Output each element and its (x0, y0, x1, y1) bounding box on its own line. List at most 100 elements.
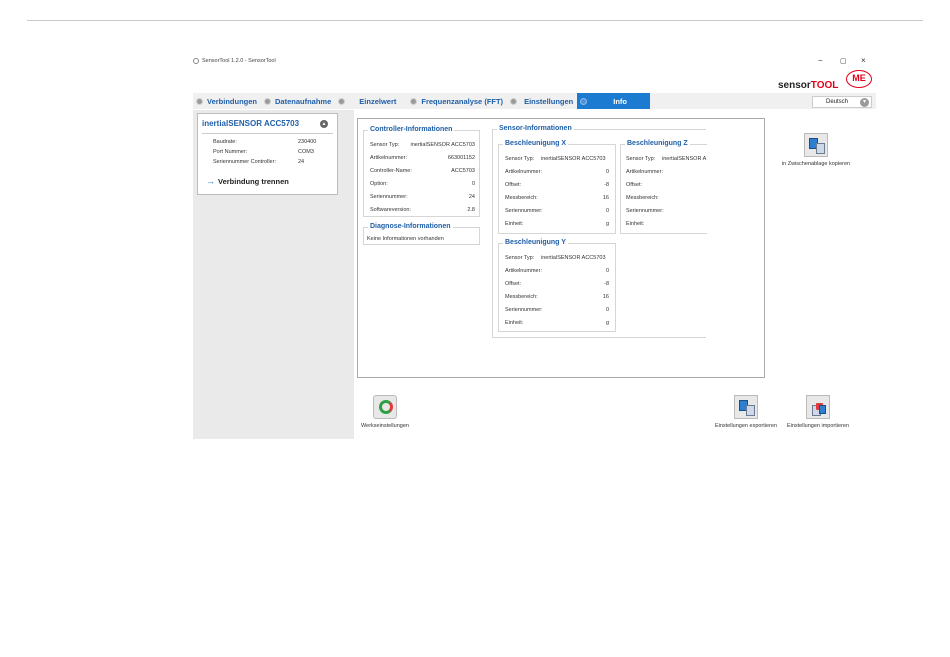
window-title-text: SensorTool 1.2.0 - SensorTool (202, 58, 276, 64)
accel-x-group: Beschleunigung X Sensor Typ: inertialSEN… (498, 140, 616, 234)
info-value: 16 (602, 294, 609, 300)
tab-bar: Verbindungen Datenaufnahme Einzelwert Fr… (193, 93, 876, 109)
info-value: inertialSENSOR ACC5703 (541, 156, 606, 162)
tab-icon (410, 97, 418, 105)
app-icon (193, 58, 199, 64)
info-label: Artikelnummer: (626, 169, 663, 175)
factory-settings-button[interactable]: Werkseinstellungen (356, 395, 414, 429)
tab-label: Verbindungen (207, 96, 258, 106)
diagnose-info-group: Diagnose-Informationen Keine Information… (363, 223, 480, 245)
device-divider (202, 133, 333, 134)
brand-name: sensorTOOL (778, 80, 838, 91)
info-value: 16 (602, 195, 609, 201)
info-value: inertialSENSOR ACC5703 (541, 255, 606, 261)
info-label: Option: (370, 181, 388, 187)
accel-y-group: Beschleunigung Y Sensor Typ: inertialSEN… (498, 239, 616, 332)
minimize-button[interactable]: − (818, 56, 823, 65)
info-label: Seriennummer: (626, 208, 664, 214)
info-label: Messbereich: (505, 294, 538, 300)
info-label: Einheit: (626, 221, 645, 227)
disconnect-label: Verbindung trennen (218, 177, 289, 186)
import-icon (806, 395, 830, 419)
info-value: g (605, 320, 609, 326)
clipboard-icon (804, 133, 828, 157)
info-value: 0 (605, 307, 609, 313)
info-label: Softwareversion: (370, 207, 411, 213)
info-value: inertialSENSOR ACC5703 (410, 142, 475, 148)
tab-datenaufnahme[interactable]: Datenaufnahme (261, 93, 335, 109)
language-value: Deutsch (826, 99, 849, 105)
info-value: 0 (471, 181, 475, 187)
export-settings-label: Einstellungen exportieren (714, 423, 778, 429)
info-label: Controller-Name: (370, 168, 412, 174)
tab-frequenzanalyse[interactable]: Frequenzanalyse (FFT) (400, 93, 507, 109)
tab-icon (264, 97, 272, 105)
info-label: Sensor Typ: (370, 142, 400, 148)
tab-icon (510, 97, 518, 105)
tab-einzelwert[interactable]: Einzelwert (335, 93, 400, 109)
info-label: Sensor Typ: (505, 156, 535, 162)
device-row-value: 230400 (298, 139, 317, 145)
info-value: 0 (605, 208, 609, 214)
tab-label: Datenaufnahme (275, 96, 332, 106)
company-logo: ME (846, 70, 872, 88)
language-select[interactable]: Deutsch ▾ (812, 96, 872, 108)
tab-label: Frequenzanalyse (FFT) (421, 96, 504, 106)
tab-icon (580, 97, 588, 105)
import-settings-button[interactable]: Einstellungen importieren (781, 395, 855, 429)
top-divider (27, 20, 923, 21)
info-value: -8 (604, 182, 609, 188)
tab-label: Einstellungen (524, 96, 574, 106)
tab-label: Info (613, 96, 627, 106)
info-label: Sensor Typ: (626, 156, 656, 162)
diagnose-info-title: Diagnose-Informationen (368, 223, 453, 230)
info-label: Offset: (626, 182, 643, 188)
info-label: Seriennummer: (370, 194, 408, 200)
info-label: Offset: (505, 182, 522, 188)
arrow-right-icon: → (206, 176, 215, 186)
info-label: Artikelnummer: (370, 155, 407, 161)
controller-info-title: Controller-Informationen (368, 126, 455, 133)
info-label: Seriennummer: (505, 208, 543, 214)
accel-y-title: Beschleunigung Y (503, 239, 568, 246)
info-label: Seriennummer: (505, 307, 543, 313)
brand-name-b: TOOL (810, 80, 839, 91)
device-row-value: 24 (298, 159, 305, 165)
info-label: Artikelnummer: (505, 169, 542, 175)
info-label: Messbereich: (505, 195, 538, 201)
diagnose-info-text: Keine Informationen vorhanden (367, 236, 444, 242)
sensor-info-group: Sensor-Informationen Beschleunigung X Se… (492, 125, 707, 338)
info-value: 663001152 (447, 155, 475, 161)
tab-verbindungen[interactable]: Verbindungen (193, 93, 261, 109)
info-value: g (605, 221, 609, 227)
disconnect-button[interactable]: → Verbindung trennen (206, 176, 289, 186)
info-label: Messbereich: (626, 195, 659, 201)
close-button[interactable]: × (861, 56, 866, 65)
import-settings-label: Einstellungen importieren (786, 423, 850, 429)
copy-to-clipboard-button[interactable]: in Zwischenablage kopieren (776, 133, 856, 167)
export-icon (734, 395, 758, 419)
info-content-panel: Controller-Informationen Sensor Typ: ine… (357, 118, 765, 378)
device-row-label: Port Nummer: (213, 149, 248, 155)
tab-label: Einzelwert (359, 96, 397, 106)
info-label: Einheit: (505, 221, 524, 227)
tab-icon (338, 97, 346, 105)
info-value: 24 (468, 194, 475, 200)
factory-reset-icon (373, 395, 397, 419)
info-value: 2.8 (467, 207, 475, 213)
info-label: Sensor Typ: (505, 255, 535, 261)
device-title: inertialSENSOR ACC5703 (202, 119, 300, 128)
tab-einstellungen[interactable]: Einstellungen (507, 93, 577, 109)
info-value: 0 (605, 169, 609, 175)
collapse-icon[interactable]: ▲ (320, 120, 328, 128)
factory-settings-label: Werkseinstellungen (361, 423, 409, 429)
info-value: inertialSENSOR A (662, 156, 707, 162)
controller-info-group: Controller-Informationen Sensor Typ: ine… (363, 126, 480, 217)
accel-x-title: Beschleunigung X (503, 140, 569, 147)
maximize-button[interactable]: ▢ (840, 57, 847, 65)
info-value: 0 (605, 268, 609, 274)
tab-info[interactable]: Info (577, 93, 651, 109)
export-settings-button[interactable]: Einstellungen exportieren (709, 395, 783, 429)
info-label: Einheit: (505, 320, 524, 326)
device-card: inertialSENSOR ACC5703 ▲ Baudrate: 23040… (197, 113, 338, 195)
